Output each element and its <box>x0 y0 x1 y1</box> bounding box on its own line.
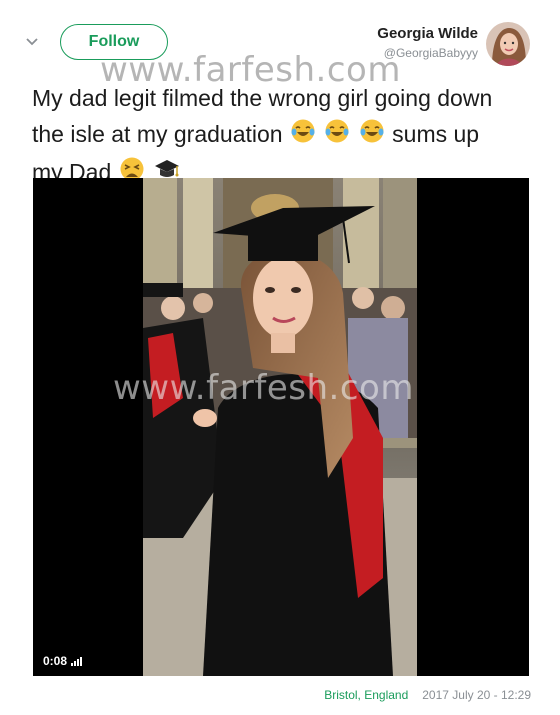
tears-of-joy-emoji <box>290 118 316 154</box>
user-name[interactable]: Georgia Wilde <box>377 25 478 42</box>
tweet-line-1: My dad legit filmed the wrong girl going… <box>32 85 493 111</box>
chevron-down-icon[interactable] <box>24 34 40 50</box>
tears-of-joy-emoji <box>359 118 385 154</box>
tweet-line-2-tail: sums up <box>392 121 480 147</box>
avatar[interactable] <box>486 22 530 66</box>
volume-bars-icon[interactable] <box>71 656 83 666</box>
video-frame <box>143 178 417 676</box>
watermark-middle: www.farfesh.com <box>113 368 414 408</box>
tweet-line-2: the isle at my graduation sums up <box>32 116 532 154</box>
timestamp[interactable]: 2017 July 20 - 12:29 <box>422 688 531 702</box>
video-player[interactable]: www.farfesh.com 0:08 <box>33 178 529 676</box>
duration-label: 0:08 <box>43 654 68 668</box>
video-duration: 0:08 <box>43 654 83 668</box>
location-link[interactable]: Bristol, England <box>324 688 408 702</box>
tweet-meta: Bristol, England 2017 July 20 - 12:29 <box>324 688 531 702</box>
tweet-text: My dad legit filmed the wrong girl going… <box>32 80 532 192</box>
tweet-line-2-text: the isle at my graduation <box>32 121 283 147</box>
tears-of-joy-emoji <box>324 118 350 154</box>
